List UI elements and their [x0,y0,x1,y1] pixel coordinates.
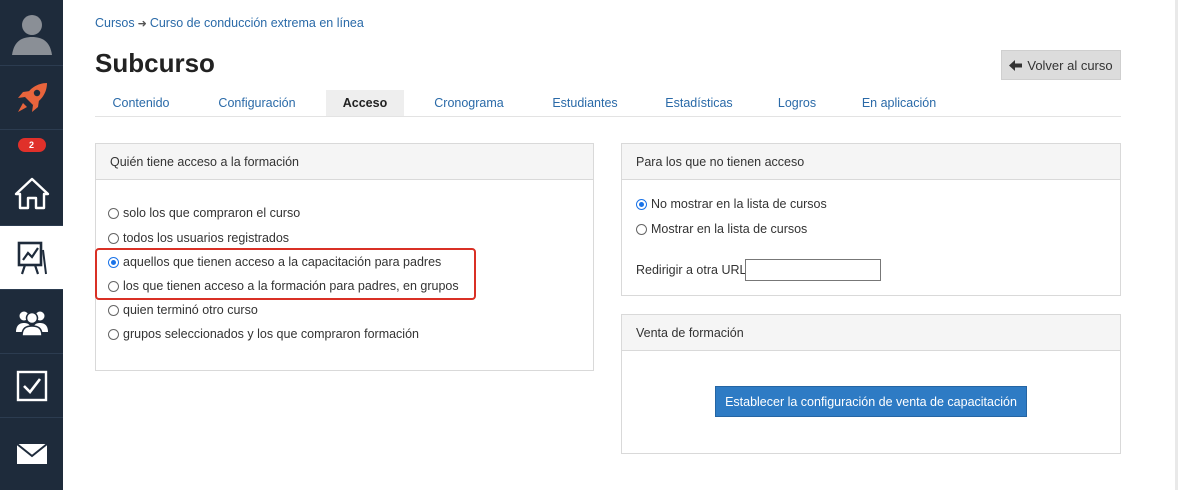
radio-label: grupos seleccionados y los que compraron… [123,327,419,341]
redirect-url-label: Redirigir a otra URL [636,263,747,277]
visibility-option-show[interactable]: Mostrar en la lista de cursos [636,222,807,236]
checkbox-check-icon [16,370,47,401]
sidebar-item-messages[interactable] [0,418,63,490]
radio-registered[interactable] [108,232,119,244]
notification-badge: 2 [17,138,46,152]
radio-label: No mostrar en la lista de cursos [651,197,827,211]
tab-students[interactable]: Estudiantes [541,90,629,116]
radio-parent-training[interactable] [108,256,119,268]
presentation-board-icon [17,241,47,274]
sidebar-item-profile[interactable] [0,0,63,66]
tab-in-app[interactable]: En aplicación [857,90,941,116]
arrow-left-icon [1009,59,1023,71]
redirect-url-input[interactable] [745,259,881,281]
sidebar-item-tasks[interactable] [0,354,63,418]
radio-label: Mostrar en la lista de cursos [651,222,808,236]
home-icon [14,177,49,209]
radio-label: todos los usuarios registrados [123,231,290,245]
tab-settings[interactable]: Configuración [207,90,307,116]
sidebar-item-launch[interactable] [0,66,63,130]
tab-access[interactable]: Acceso [326,90,404,116]
sale-settings-button[interactable]: Establecer la configuración de venta de … [715,386,1027,417]
access-option-selected-groups[interactable]: grupos seleccionados y los que compraron… [108,327,419,341]
radio-parent-groups[interactable] [108,280,119,292]
user-avatar-icon [11,14,52,55]
notification-badge-row[interactable]: 2 [0,130,63,160]
breadcrumb-link-course[interactable]: Curso de conducción extrema en línea [150,16,364,30]
users-group-icon [15,311,48,336]
access-panel: Quién tiene acceso a la formación solo l… [95,143,594,371]
tab-bar: Contenido Configuración Acceso Cronogram… [95,90,1121,117]
access-option-parent-groups[interactable]: los que tienen acceso a la formación par… [108,279,459,293]
tab-schedule[interactable]: Cronograma [425,90,513,116]
radio-finished-other[interactable] [108,304,119,316]
sidebar: 2 [0,0,63,490]
access-option-finished-other[interactable]: quien terminó otro curso [108,303,258,317]
radio-label: quien terminó otro curso [123,303,258,317]
rocket-icon [17,82,47,112]
radio-label: solo los que compraron el curso [123,206,301,220]
radio-show[interactable] [636,223,647,235]
sidebar-item-users[interactable] [0,290,63,354]
radio-purchased[interactable] [108,207,119,219]
sidebar-item-courses[interactable] [0,226,63,290]
back-button-label: Volver al curso [1027,57,1113,73]
access-option-purchased[interactable]: solo los que compraron el curso [108,206,300,220]
radio-selected-groups[interactable] [108,328,119,340]
page-title: Subcurso [95,48,215,78]
access-option-parent-training[interactable]: aquellos que tienen acceso a la capacita… [108,255,441,269]
breadcrumb-link-courses[interactable]: Cursos [95,16,135,30]
sale-panel: Venta de formación Establecer la configu… [621,314,1121,454]
access-panel-title: Quién tiene acceso a la formación [96,144,593,180]
visibility-option-hide[interactable]: No mostrar en la lista de cursos [636,197,827,211]
no-access-panel: Para los que no tienen acceso No mostrar… [621,143,1121,296]
back-to-course-button[interactable]: Volver al curso [1001,50,1121,80]
no-access-panel-title: Para los que no tienen acceso [622,144,1120,180]
sidebar-item-home[interactable] [0,160,63,226]
breadcrumb: Cursos ➜ Curso de conducción extrema en lí… [95,16,364,30]
radio-label: los que tienen acceso a la formación par… [123,279,459,293]
radio-hide[interactable] [636,198,647,210]
access-option-registered[interactable]: todos los usuarios registrados [108,231,289,245]
mail-envelope-icon [15,443,48,464]
tab-achievements[interactable]: Logros [769,90,825,116]
tab-statistics[interactable]: Estadísticas [656,90,742,116]
tab-content[interactable]: Contenido [95,90,187,116]
breadcrumb-separator: ➜ [137,18,147,30]
sale-panel-title: Venta de formación [622,315,1120,351]
radio-label: aquellos que tienen acceso a la capacita… [123,255,442,269]
